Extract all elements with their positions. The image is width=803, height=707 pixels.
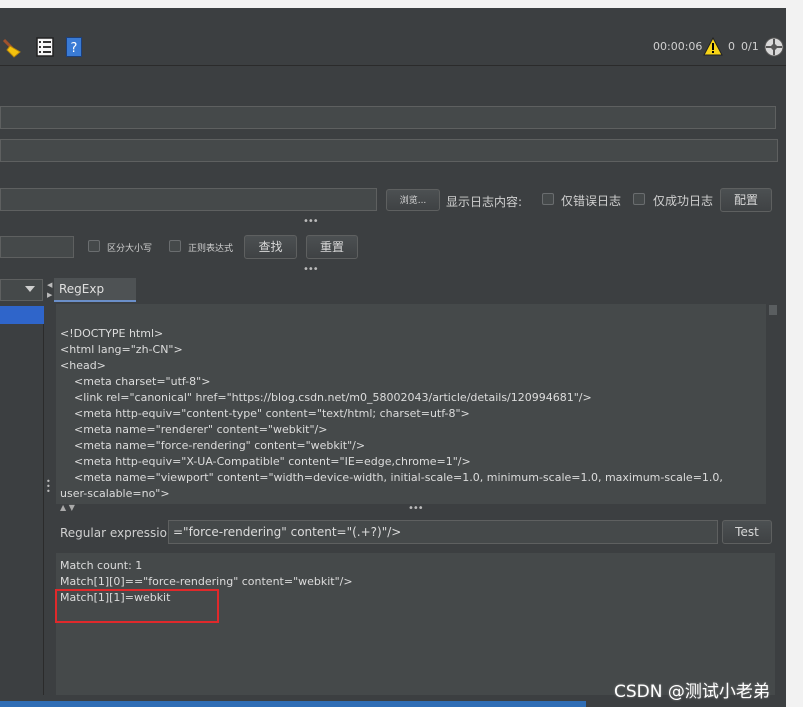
- browse-button[interactable]: 浏览...: [386, 189, 440, 211]
- broom-clear-icon[interactable]: [2, 36, 22, 58]
- regex-input[interactable]: ="force-rendering" content="(.+?)"/>: [168, 520, 718, 544]
- renderer-combo[interactable]: [0, 279, 43, 301]
- find-button[interactable]: 查找: [244, 235, 297, 259]
- errors-only-checkbox[interactable]: [542, 193, 554, 205]
- success-only-label: 仅成功日志: [653, 194, 714, 208]
- filename-field[interactable]: [0, 188, 377, 211]
- tab-scroll-arrows-icon[interactable]: ◀ ▶: [47, 280, 53, 302]
- configure-button[interactable]: 配置: [720, 188, 772, 212]
- sample-tree[interactable]: [0, 324, 44, 695]
- name-field[interactable]: [0, 106, 776, 129]
- log-list-icon[interactable]: [36, 37, 54, 57]
- highlight-box: [55, 589, 219, 623]
- splitter-handle-icon[interactable]: •••: [408, 503, 424, 514]
- taskbar-strip: [0, 701, 586, 707]
- response-html-text: <!DOCTYPE html> <html lang="zh-CN"> <hea…: [60, 327, 723, 500]
- show-log-label: 显示日志内容:: [446, 195, 523, 209]
- vertical-splitter-icon[interactable]: • • •: [46, 478, 51, 496]
- window-top-edge: [0, 0, 786, 8]
- vertical-scrollbar[interactable]: [768, 304, 778, 504]
- help-icon[interactable]: ?: [66, 37, 82, 57]
- regex-label: Regular expression:: [60, 526, 179, 540]
- search-input[interactable]: [0, 236, 74, 258]
- errors-only-label: 仅错误日志: [561, 194, 622, 208]
- warnings-count: 0: [728, 40, 735, 53]
- thread-count: 0/1: [741, 40, 759, 53]
- match-count-text: Match count: 1: [60, 559, 143, 572]
- match-group-0-text: Match[1][0]=="force-rendering" content="…: [60, 575, 353, 588]
- splitter-handle-icon[interactable]: •••: [303, 216, 319, 227]
- case-sensitive-label: 区分大小写: [107, 244, 153, 254]
- splitter-handle-icon[interactable]: •••: [303, 264, 319, 275]
- regex-checkbox-label: 正则表达式: [188, 244, 234, 254]
- reset-button[interactable]: 重置: [306, 235, 358, 259]
- success-only-checkbox[interactable]: [633, 193, 645, 205]
- regex-checkbox[interactable]: [169, 240, 181, 252]
- test-button[interactable]: Test: [722, 520, 772, 544]
- elapsed-timer: 00:00:06: [653, 40, 703, 53]
- tab-regexp-tester[interactable]: RegExp Tester: [54, 278, 136, 318]
- svg-text:?: ?: [71, 41, 78, 56]
- warning-icon[interactable]: [703, 36, 723, 57]
- chevron-down-icon[interactable]: [25, 286, 35, 292]
- case-sensitive-checkbox[interactable]: [88, 240, 100, 252]
- window-right-edge: [786, 0, 803, 707]
- watermark: CSDN @测试小老弟: [614, 682, 770, 702]
- selected-sample-row[interactable]: [0, 306, 44, 324]
- collapse-arrows-icon[interactable]: ▲ ▼: [60, 503, 75, 512]
- response-text-area[interactable]: <!DOCTYPE html> <html lang="zh-CN"> <hea…: [56, 304, 766, 504]
- match-results-area[interactable]: Match count: 1 Match[1][0]=="force-rende…: [56, 553, 775, 695]
- remote-globe-icon[interactable]: [764, 37, 784, 57]
- comment-field[interactable]: [0, 139, 778, 162]
